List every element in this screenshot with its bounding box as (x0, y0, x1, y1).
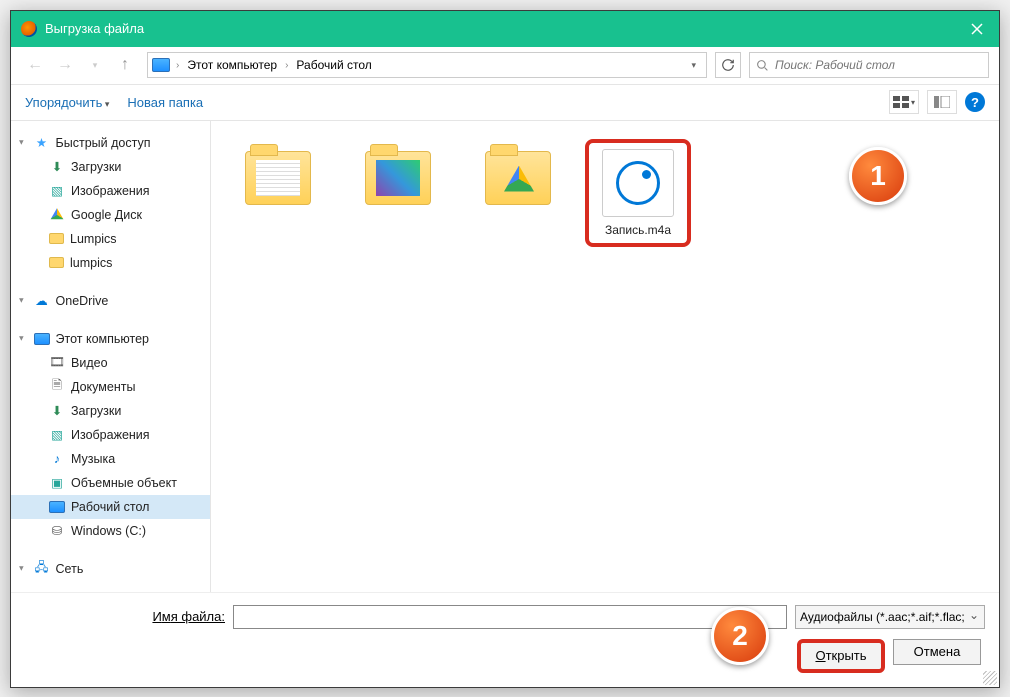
cloud-icon: ☁ (34, 293, 50, 309)
folder-icon (365, 151, 431, 205)
sidebar-music[interactable]: ♪Музыка (11, 447, 210, 471)
sidebar-lumpics2[interactable]: lumpics (11, 251, 210, 275)
sidebar-network[interactable]: 🖧Сеть (11, 557, 210, 581)
toolbar: Упорядочить Новая папка ▾ ? (11, 85, 999, 121)
download-icon: ⬇ (49, 403, 65, 419)
breadcrumb-root[interactable]: Этот компьютер (185, 58, 279, 72)
titlebar: Выгрузка файла (11, 11, 999, 47)
window-title: Выгрузка файла (45, 21, 955, 36)
sidebar: ★Быстрый доступ ⬇Загрузки ▧Изображения G… (11, 121, 211, 592)
network-icon: 🖧 (34, 561, 50, 577)
folder-item[interactable] (345, 139, 451, 223)
monitor-icon (34, 333, 50, 345)
sidebar-3d[interactable]: ▣Объемные объект (11, 471, 210, 495)
audio-file-item[interactable]: Запись.m4a (585, 139, 691, 247)
preview-pane-button[interactable] (927, 90, 957, 114)
breadcrumb-current[interactable]: Рабочий стол (294, 58, 373, 72)
cancel-button[interactable]: Отмена (893, 639, 981, 665)
folder-item[interactable] (465, 139, 571, 223)
refresh-button[interactable] (715, 52, 741, 78)
star-icon: ★ (34, 135, 50, 151)
sidebar-lumpics1[interactable]: Lumpics (11, 227, 210, 251)
file-list[interactable]: Запись.m4a 1 (211, 121, 999, 592)
folder-icon (485, 151, 551, 205)
sidebar-gdrive[interactable]: Google Диск (11, 203, 210, 227)
open-button[interactable]: Открыть (797, 639, 885, 673)
sidebar-onedrive[interactable]: ☁OneDrive (11, 289, 210, 313)
chevron-right-icon: › (281, 60, 292, 71)
sidebar-pictures[interactable]: ▧Изображения (11, 179, 210, 203)
annotation-callout-1: 1 (849, 147, 907, 205)
download-icon: ⬇ (49, 159, 65, 175)
help-button[interactable]: ? (965, 92, 985, 112)
sidebar-downloads[interactable]: ⬇Загрузки (11, 155, 210, 179)
annotation-callout-2: 2 (711, 607, 769, 665)
gdrive-icon (49, 207, 65, 223)
folder-item[interactable] (225, 139, 331, 223)
breadcrumb-dropdown-icon[interactable]: ▾ (685, 60, 702, 71)
folder-icon (49, 257, 64, 268)
sidebar-pictures2[interactable]: ▧Изображения (11, 423, 210, 447)
video-icon: 🎞 (49, 355, 65, 371)
view-mode-button[interactable]: ▾ (889, 90, 919, 114)
footer: Имя файла: Аудиофайлы (*.aac;*.aif;*.fla… (11, 592, 999, 687)
filename-input[interactable] (233, 605, 787, 629)
forward-button[interactable]: → (51, 51, 79, 79)
filetype-select[interactable]: Аудиофайлы (*.aac;*.aif;*.flac; (795, 605, 985, 629)
recent-dropdown-icon[interactable]: ▾ (81, 51, 109, 79)
sidebar-this-pc[interactable]: Этот компьютер (11, 327, 210, 351)
drive-icon: ⛁ (49, 523, 65, 539)
firefox-icon (21, 21, 37, 37)
filename-label: Имя файла: (25, 609, 225, 624)
back-button[interactable]: ← (21, 51, 49, 79)
close-button[interactable] (955, 11, 999, 47)
document-icon: 🗎 (49, 379, 65, 395)
search-icon (756, 59, 769, 72)
pc-icon (152, 58, 170, 72)
breadcrumb[interactable]: › Этот компьютер › Рабочий стол ▾ (147, 52, 707, 78)
sidebar-downloads2[interactable]: ⬇Загрузки (11, 399, 210, 423)
audio-icon (616, 161, 660, 205)
resize-grip[interactable] (983, 671, 997, 685)
sidebar-quick-access[interactable]: ★Быстрый доступ (11, 131, 210, 155)
folder-icon (245, 151, 311, 205)
sidebar-drive-c[interactable]: ⛁Windows (C:) (11, 519, 210, 543)
search-input[interactable] (775, 58, 982, 72)
file-name-label: Запись.m4a (605, 223, 671, 237)
search-box[interactable] (749, 52, 989, 78)
music-icon: ♪ (49, 451, 65, 467)
up-button[interactable]: ↑ (111, 51, 139, 79)
pictures-icon: ▧ (49, 183, 65, 199)
file-dialog: Выгрузка файла ← → ▾ ↑ › Этот компьютер … (10, 10, 1000, 688)
sidebar-documents[interactable]: 🗎Документы (11, 375, 210, 399)
sidebar-desktop[interactable]: Рабочий стол (11, 495, 210, 519)
folder-icon (49, 233, 64, 244)
navbar: ← → ▾ ↑ › Этот компьютер › Рабочий стол … (11, 47, 999, 85)
pictures-icon: ▧ (49, 427, 65, 443)
chevron-right-icon: › (172, 60, 183, 71)
sidebar-video[interactable]: 🎞Видео (11, 351, 210, 375)
organize-menu[interactable]: Упорядочить (25, 95, 109, 110)
desktop-icon (49, 501, 65, 513)
body: ★Быстрый доступ ⬇Загрузки ▧Изображения G… (11, 121, 999, 592)
cube-icon: ▣ (49, 475, 65, 491)
new-folder-button[interactable]: Новая папка (127, 95, 203, 110)
